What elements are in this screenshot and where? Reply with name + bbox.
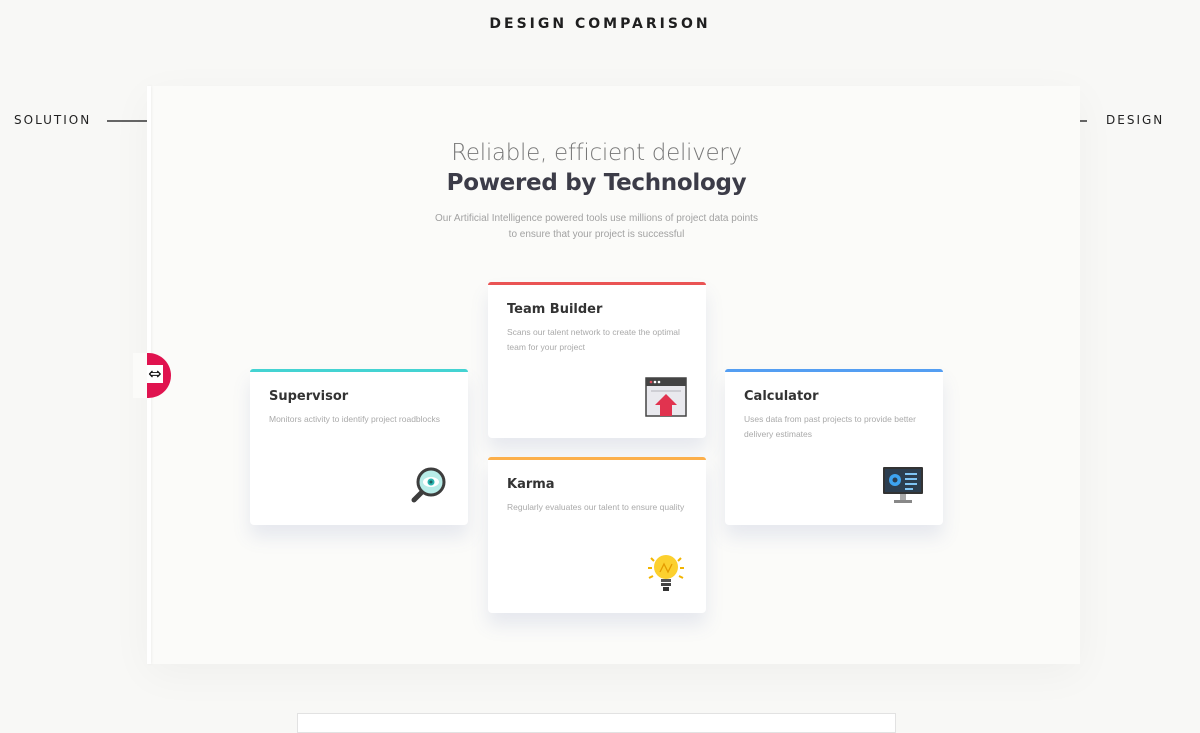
card-description: Uses data from past projects to provide … [744, 414, 916, 439]
card-title: Team Builder [507, 302, 603, 317]
card-title: Supervisor [269, 389, 349, 404]
page-heading: DESIGN COMPARISON [489, 16, 711, 32]
card-supervisor: Supervisor Monitors activity to identify… [250, 369, 468, 525]
browser-upload-icon [645, 377, 687, 417]
card-title: Karma [507, 477, 555, 492]
card-accent-bar [488, 457, 706, 460]
next-section-box [297, 713, 896, 733]
card-accent-bar [725, 369, 943, 372]
card-team-builder: Team Builder Scans our talent network to… [488, 282, 706, 438]
solution-label: SOLUTION [14, 113, 92, 127]
card-calculator: Calculator Uses data from past projects … [725, 369, 943, 525]
card-description: Monitors activity to identify project ro… [269, 414, 441, 424]
monitor-dashboard-icon [883, 467, 923, 503]
solution-divider-line [107, 120, 147, 122]
magnifier-eye-icon [411, 467, 446, 503]
handle-cap [133, 353, 147, 398]
card-title: Calculator [744, 389, 819, 404]
hero-title: Powered by Technology [446, 170, 747, 196]
hero-subtitle: Reliable, efficient delivery [451, 140, 742, 166]
card-description: Scans our talent network to create the o… [507, 327, 680, 352]
card-accent-bar [488, 282, 706, 285]
card-karma: Karma Regularly evaluates our talent to … [488, 457, 706, 613]
hero-description: Our Artificial Intelligence powered tool… [435, 213, 758, 240]
design-label: DESIGN [1106, 113, 1165, 127]
lightbulb-icon [648, 555, 684, 591]
card-accent-bar [250, 369, 468, 372]
card-description: Regularly evaluates our talent to ensure… [507, 502, 685, 512]
resize-horizontal-icon: ⇔ [147, 364, 163, 383]
